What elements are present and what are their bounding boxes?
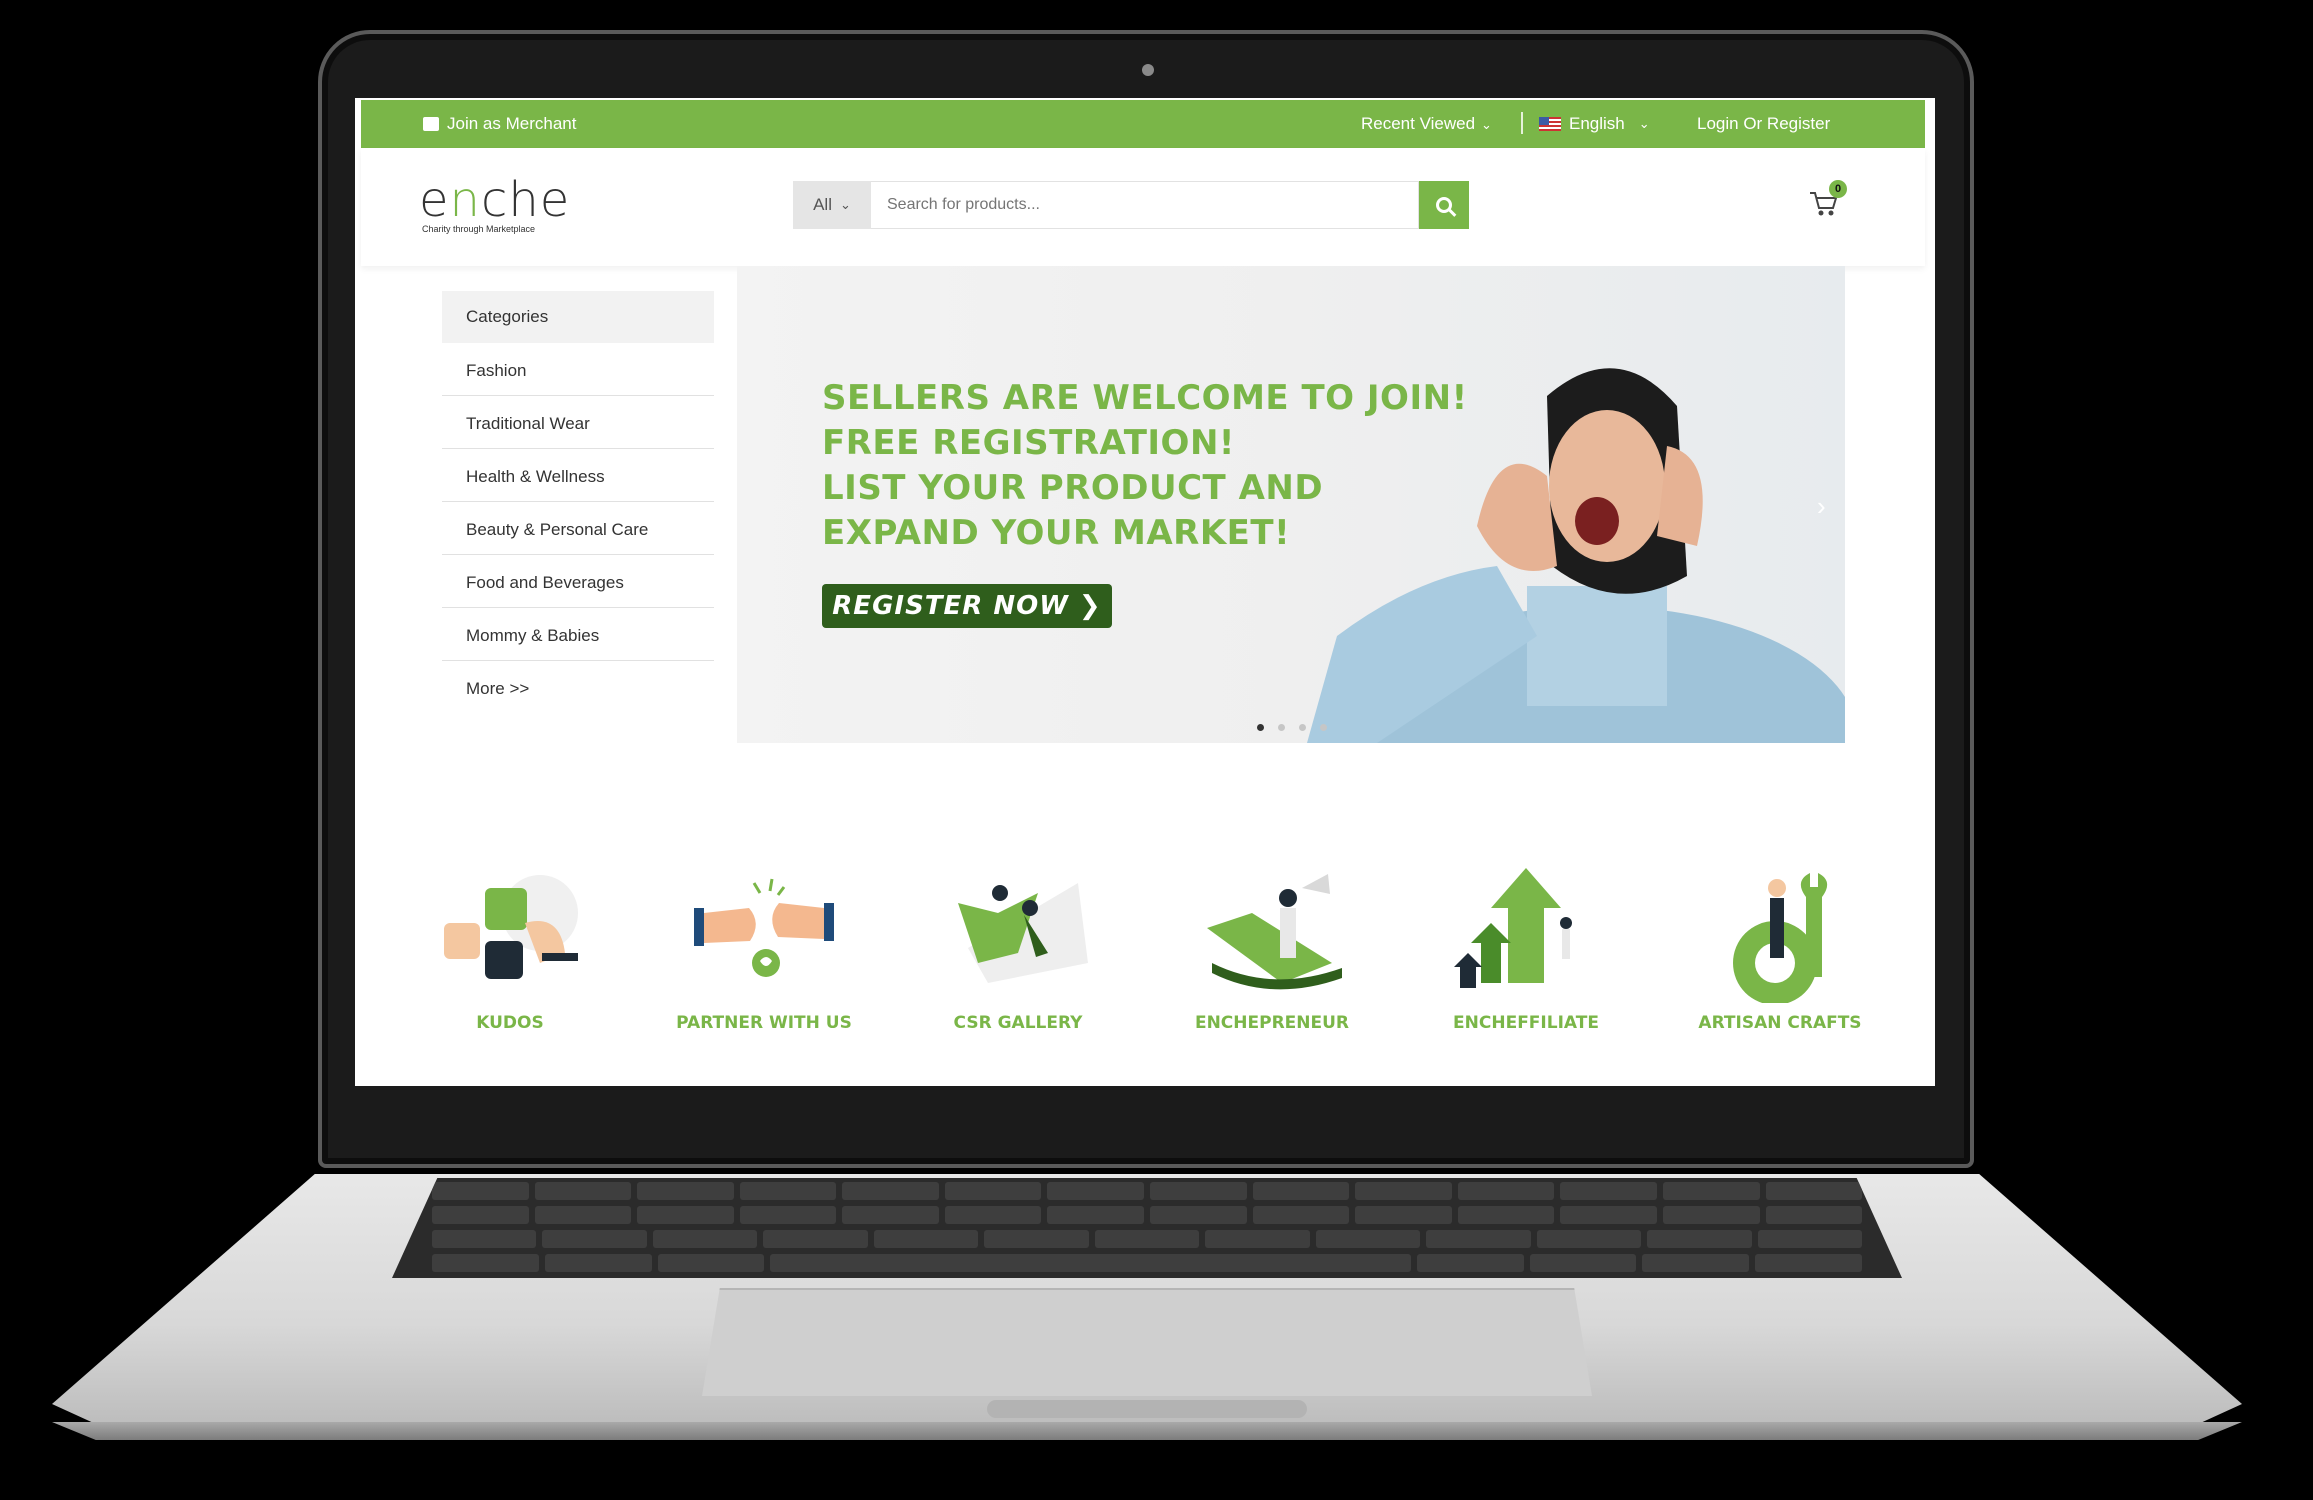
kudos-icon <box>444 875 578 979</box>
carousel-dots <box>1257 724 1327 731</box>
category-item[interactable]: Fashion <box>442 343 714 396</box>
carousel-dot[interactable] <box>1257 724 1264 731</box>
site-logo[interactable]: enche Charity through Marketplace <box>419 172 570 234</box>
banner-headline-line: EXPAND YOUR MARKET! <box>822 513 1291 553</box>
recent-viewed-dropdown[interactable]: Recent Viewed ⌄ <box>1361 114 1492 134</box>
enchepreneur-icon <box>1207 874 1342 990</box>
search-icon <box>1436 197 1452 213</box>
artisan-crafts-icon <box>1733 873 1828 1003</box>
category-sidebar: Categories Fashion Traditional Wear Heal… <box>442 291 714 714</box>
category-item[interactable]: Food and Beverages <box>442 555 714 608</box>
lid-notch <box>987 1400 1307 1418</box>
feature-enchepreneur[interactable]: ENCHEPRENEUR <box>1157 853 1387 1053</box>
feature-kudos[interactable]: KUDOS <box>395 853 625 1053</box>
search-category-select[interactable]: All ⌄ <box>793 181 871 229</box>
store-icon <box>423 117 439 131</box>
login-register-link[interactable]: Login Or Register <box>1697 114 1830 134</box>
laptop-screen: Join as Merchant Recent Viewed ⌄ English ⌄… <box>355 98 1935 1086</box>
encheffiliate-icon <box>1454 868 1572 988</box>
carousel-dot[interactable] <box>1299 724 1306 731</box>
banner-headline-line: LIST YOUR PRODUCT AND <box>822 468 1324 508</box>
laptop-front-edge <box>52 1422 2242 1440</box>
feature-label: ENCHEPRENEUR <box>1194 1013 1350 1033</box>
recent-viewed-label: Recent Viewed <box>1361 114 1476 133</box>
carousel-dot[interactable] <box>1320 724 1327 731</box>
feature-label: ARTISAN CRAFTS <box>1698 1013 1862 1033</box>
site-header: enche Charity through Marketplace All⌄ 0 <box>361 148 1925 266</box>
search-bar: All ⌄ <box>793 181 1469 229</box>
chevron-down-icon: ⌄ <box>840 197 851 212</box>
carousel-dot[interactable] <box>1278 724 1285 731</box>
feature-label: CSR GALLERY <box>953 1013 1083 1033</box>
webcam <box>1142 64 1154 76</box>
top-bar: Join as Merchant Recent Viewed ⌄ English ⌄… <box>361 100 1925 148</box>
feature-artisan-crafts[interactable]: ARTISAN CRAFTS <box>1665 853 1895 1053</box>
chevron-right-icon: ❯ <box>1078 591 1102 621</box>
carousel-next-arrow[interactable]: › <box>1817 491 1826 522</box>
hero-banner[interactable]: SELLERS ARE WELCOME TO JOIN! FREE REGIST… <box>737 266 1845 743</box>
divider <box>1521 112 1523 134</box>
category-item[interactable]: Traditional Wear <box>442 396 714 449</box>
feature-label: KUDOS <box>476 1013 544 1033</box>
cart-count-badge: 0 <box>1829 180 1847 198</box>
category-item[interactable]: Health & Wellness <box>442 449 714 502</box>
banner-headline-line: FREE REGISTRATION! <box>822 423 1235 463</box>
search-input[interactable] <box>871 181 1419 229</box>
shouting-woman-image <box>1307 368 1845 743</box>
partner-icon <box>694 878 834 977</box>
us-flag-icon <box>1539 117 1561 131</box>
laptop-base <box>52 1160 2242 1450</box>
feature-csr-gallery[interactable]: CSR GALLERY <box>903 853 1133 1053</box>
chevron-down-icon: ⌄ <box>1638 116 1650 131</box>
chevron-down-icon: ⌄ <box>1481 117 1492 132</box>
categories-heading: Categories <box>442 291 714 343</box>
feature-links: KUDOS PARTNER WITH US CSR GALLERY ENCHEP… <box>395 853 1895 1053</box>
category-more-link[interactable]: More >> <box>442 661 714 714</box>
language-dropdown[interactable]: English ⌄ <box>1539 114 1650 134</box>
laptop-mockup: Join as Merchant Recent Viewed ⌄ English ⌄… <box>0 0 2313 1500</box>
feature-label: PARTNER WITH US <box>676 1013 852 1033</box>
language-label: English <box>1569 114 1625 133</box>
csr-gallery-icon <box>958 883 1088 983</box>
search-button[interactable] <box>1419 181 1469 229</box>
category-item[interactable]: Beauty & Personal Care <box>442 502 714 555</box>
cart-button[interactable]: 0 <box>1809 180 1847 220</box>
feature-label: ENCHEFFILIATE <box>1453 1013 1599 1033</box>
category-item[interactable]: Mommy & Babies <box>442 608 714 661</box>
keyboard <box>392 1178 1902 1278</box>
join-merchant-link[interactable]: Join as Merchant <box>423 114 576 134</box>
register-now-button[interactable]: REGISTER NOW ❯ <box>822 584 1112 628</box>
join-merchant-label: Join as Merchant <box>447 114 577 133</box>
feature-partner[interactable]: PARTNER WITH US <box>649 853 879 1053</box>
feature-encheffiliate[interactable]: ENCHEFFILIATE <box>1411 853 1641 1053</box>
logo-wordmark: enche <box>419 172 571 228</box>
trackpad <box>702 1288 1592 1396</box>
